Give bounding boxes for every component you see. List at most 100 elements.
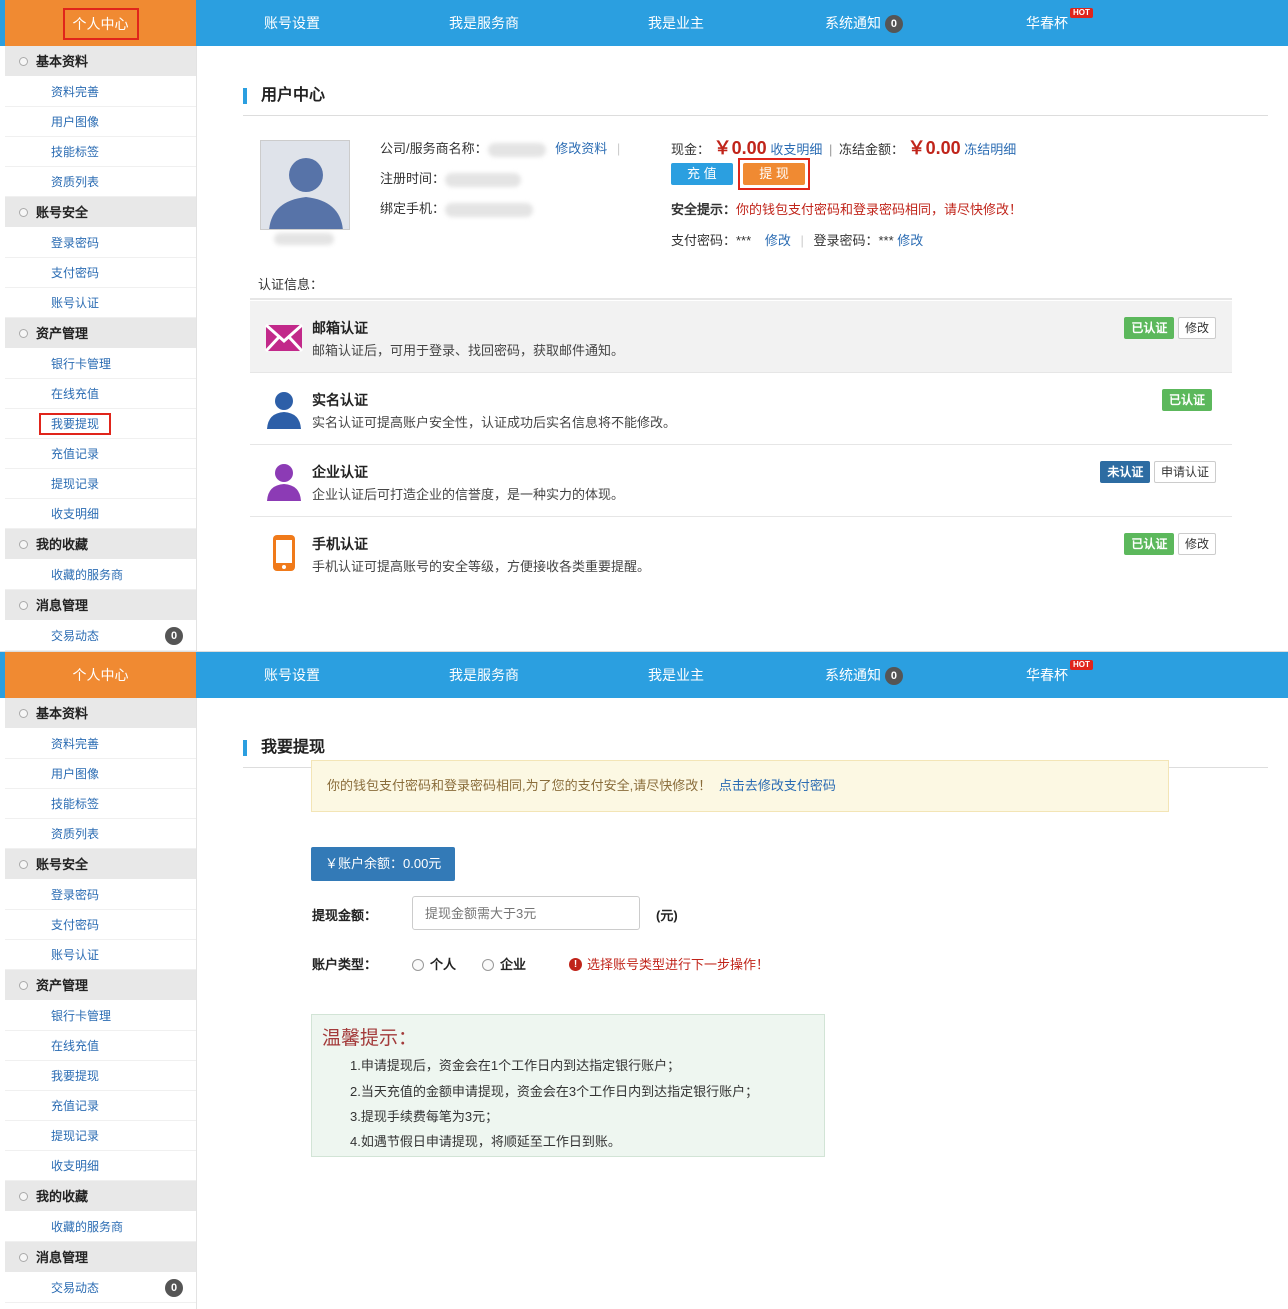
nav-owner[interactable]: 我是业主 — [648, 0, 704, 46]
sidebar-item-qualifications[interactable]: 资质列表 — [5, 819, 196, 849]
collapse-icon — [19, 1253, 28, 1263]
sidebar-item-label: 交易动态 — [51, 629, 100, 643]
sidebar-item-label: 充值记录 — [51, 447, 100, 461]
sidebar-item-recharge[interactable]: 在线充值 — [5, 1031, 196, 1061]
tips-panel: 温馨提示： 1.申请提现后，资金会在1个工作日内到达指定银行账户； 2.当天充值… — [311, 1014, 825, 1157]
frozen-detail-link[interactable]: 冻结明细 — [964, 142, 1016, 157]
sidebar-group-messages[interactable]: 消息管理 — [5, 590, 196, 621]
nav-huachun-cup[interactable]: 华春杯 HOT — [1026, 0, 1093, 46]
sidebar-group-assets[interactable]: 资产管理 — [5, 970, 196, 1001]
sidebar-item-bank-cards[interactable]: 银行卡管理 — [5, 1001, 196, 1031]
sidebar-item-withdraw[interactable]: 我要提现 — [5, 1061, 196, 1091]
sidebar-item-profile[interactable]: 资料完善 — [5, 729, 196, 759]
sidebar-group-messages[interactable]: 消息管理 — [5, 1242, 196, 1273]
tip-line: 2.当天充值的金额申请提现，资金会在3个工作日内到达指定银行账户； — [350, 1084, 759, 1099]
account-balance-button[interactable]: ￥账户余额：0.00元 — [311, 847, 456, 881]
cert-desc: 企业认证后可打造企业的信誉度，是一种实力的体现。 — [312, 487, 625, 502]
login-password-modify-link[interactable]: 修改 — [897, 233, 923, 248]
sidebar-group-label: 基本资料 — [36, 706, 89, 721]
nav-service-provider[interactable]: 我是服务商 — [449, 0, 519, 46]
sidebar-group-favorites[interactable]: 我的收藏 — [5, 1181, 196, 1212]
sidebar-item-label: 在线充值 — [51, 387, 100, 401]
sidebar-group-security[interactable]: 账号安全 — [5, 849, 196, 880]
enterprise-person-icon — [267, 464, 301, 501]
company-label: 公司/服务商名称： — [380, 141, 488, 156]
amount-label: 提现金额： — [312, 908, 378, 923]
sidebar-item-withdraw-records[interactable]: 提现记录 — [5, 1121, 196, 1151]
sidebar-group-assets[interactable]: 资产管理 — [5, 318, 196, 349]
radio-company[interactable]: 企业 — [482, 954, 526, 973]
change-pay-password-link[interactable]: 点击去修改支付密码 — [719, 778, 836, 793]
sidebar-item-transactions[interactable]: 交易动态 0 — [5, 621, 196, 651]
hot-badge: HOT — [1070, 660, 1093, 670]
recharge-button[interactable]: 充 值 — [671, 163, 733, 185]
sidebar-item-recharge-records[interactable]: 充值记录 — [5, 439, 196, 469]
nav-home-tab[interactable]: 个人中心 — [5, 0, 196, 46]
sidebar-item-recharge[interactable]: 在线充值 — [5, 379, 196, 409]
sidebar-item-pay-password[interactable]: 支付密码 — [5, 258, 196, 288]
cert-row-email: 邮箱认证 邮箱认证后，可用于登录、找回密码，获取邮件通知。 已认证 修改 — [250, 301, 1232, 373]
sidebar-item-avatar[interactable]: 用户图像 — [5, 759, 196, 789]
password-warning-alert: 你的钱包支付密码和登录密码相同,为了您的支付安全,请尽快修改！ 点击去修改支付密… — [311, 760, 1169, 812]
company-row: 公司/服务商名称： 修改资料 | — [380, 138, 620, 157]
nav-owner[interactable]: 我是业主 — [648, 652, 704, 698]
sidebar-item-skills[interactable]: 技能标签 — [5, 789, 196, 819]
sidebar-item-account-verify[interactable]: 账号认证 — [5, 940, 196, 970]
sidebar-item-income-detail[interactable]: 收支明细 — [5, 499, 196, 529]
frozen-label: 冻结金额： — [838, 142, 904, 157]
nav-huachun-cup[interactable]: 华春杯 HOT — [1026, 652, 1093, 698]
reg-time-row: 注册时间： — [380, 168, 522, 187]
sidebar-item-transactions[interactable]: 交易动态 0 — [5, 1273, 196, 1303]
sidebar-item-login-password[interactable]: 登录密码 — [5, 228, 196, 258]
income-detail-link[interactable]: 收支明细 — [770, 142, 822, 157]
user-silhouette-icon — [269, 158, 343, 229]
nav-service-provider[interactable]: 我是服务商 — [449, 652, 519, 698]
sidebar-item-label: 收支明细 — [51, 507, 100, 521]
sidebar-item-login-password[interactable]: 登录密码 — [5, 880, 196, 910]
main-content: 我要提现 你的钱包支付密码和登录密码相同,为了您的支付安全,请尽快修改！ 点击去… — [198, 698, 1288, 1309]
message-count-badge: 0 — [165, 627, 183, 645]
avatar[interactable] — [260, 140, 350, 230]
modify-button[interactable]: 修改 — [1177, 533, 1216, 555]
pay-password-modify-link[interactable]: 修改 — [765, 233, 791, 248]
modify-button[interactable]: 修改 — [1177, 317, 1216, 339]
sidebar-item-bank-cards[interactable]: 银行卡管理 — [5, 349, 196, 379]
user-center-screen: 个人中心 账号设置 我是服务商 我是业主 系统通知 0 华春杯 HOT 基本资料 … — [0, 0, 1288, 652]
sidebar-group-security[interactable]: 账号安全 — [5, 197, 196, 228]
sidebar-item-label: 银行卡管理 — [51, 1009, 112, 1023]
sidebar-group-favorites[interactable]: 我的收藏 — [5, 529, 196, 560]
sidebar-item-label: 用户图像 — [51, 115, 100, 129]
withdraw-button[interactable]: 提 现 — [743, 163, 805, 185]
nav-account-settings[interactable]: 账号设置 — [264, 652, 320, 698]
sidebar-item-pay-password[interactable]: 支付密码 — [5, 910, 196, 940]
sidebar-item-recharge-records[interactable]: 充值记录 — [5, 1091, 196, 1121]
nav-home-tab[interactable]: 个人中心 — [5, 652, 196, 698]
sidebar-item-withdraw-records[interactable]: 提现记录 — [5, 469, 196, 499]
sidebar-item-skills[interactable]: 技能标签 — [5, 137, 196, 167]
tips-title: 温馨提示： — [322, 1028, 418, 1049]
sidebar-group-basic[interactable]: 基本资料 — [5, 46, 196, 77]
nav-home-label: 个人中心 — [72, 667, 129, 683]
verified-badge: 已认证 — [1161, 389, 1212, 411]
sidebar-item-withdraw[interactable]: 我要提现 — [5, 409, 196, 439]
nav-notifications[interactable]: 系统通知 0 — [825, 652, 903, 698]
radio-personal[interactable]: 个人 — [412, 954, 456, 973]
sidebar-item-label: 登录密码 — [51, 236, 100, 250]
sidebar-item-income-detail[interactable]: 收支明细 — [5, 1151, 196, 1181]
sidebar-item-account-verify[interactable]: 账号认证 — [5, 288, 196, 318]
withdraw-amount-input[interactable] — [412, 896, 640, 930]
nav-account-settings[interactable]: 账号设置 — [264, 0, 320, 46]
reg-time-blurred — [445, 172, 522, 187]
sidebar-item-profile[interactable]: 资料完善 — [5, 77, 196, 107]
nav-notifications[interactable]: 系统通知 0 — [825, 0, 903, 46]
sidebar-group-basic[interactable]: 基本资料 — [5, 698, 196, 729]
sidebar-item-fav-providers[interactable]: 收藏的服务商 — [5, 560, 196, 590]
cert-row-realname: 实名认证 实名认证可提高账户安全性，认证成功后实名信息将不能修改。 已认证 — [250, 373, 1232, 445]
sidebar-item-label: 收藏的服务商 — [51, 1220, 124, 1234]
sidebar-item-qualifications[interactable]: 资质列表 — [5, 167, 196, 197]
apply-verify-button[interactable]: 申请认证 — [1153, 461, 1216, 483]
sidebar-item-fav-providers[interactable]: 收藏的服务商 — [5, 1212, 196, 1242]
edit-profile-link[interactable]: 修改资料 — [555, 141, 607, 156]
cert-title: 企业认证 — [312, 464, 368, 480]
sidebar-item-avatar[interactable]: 用户图像 — [5, 107, 196, 137]
